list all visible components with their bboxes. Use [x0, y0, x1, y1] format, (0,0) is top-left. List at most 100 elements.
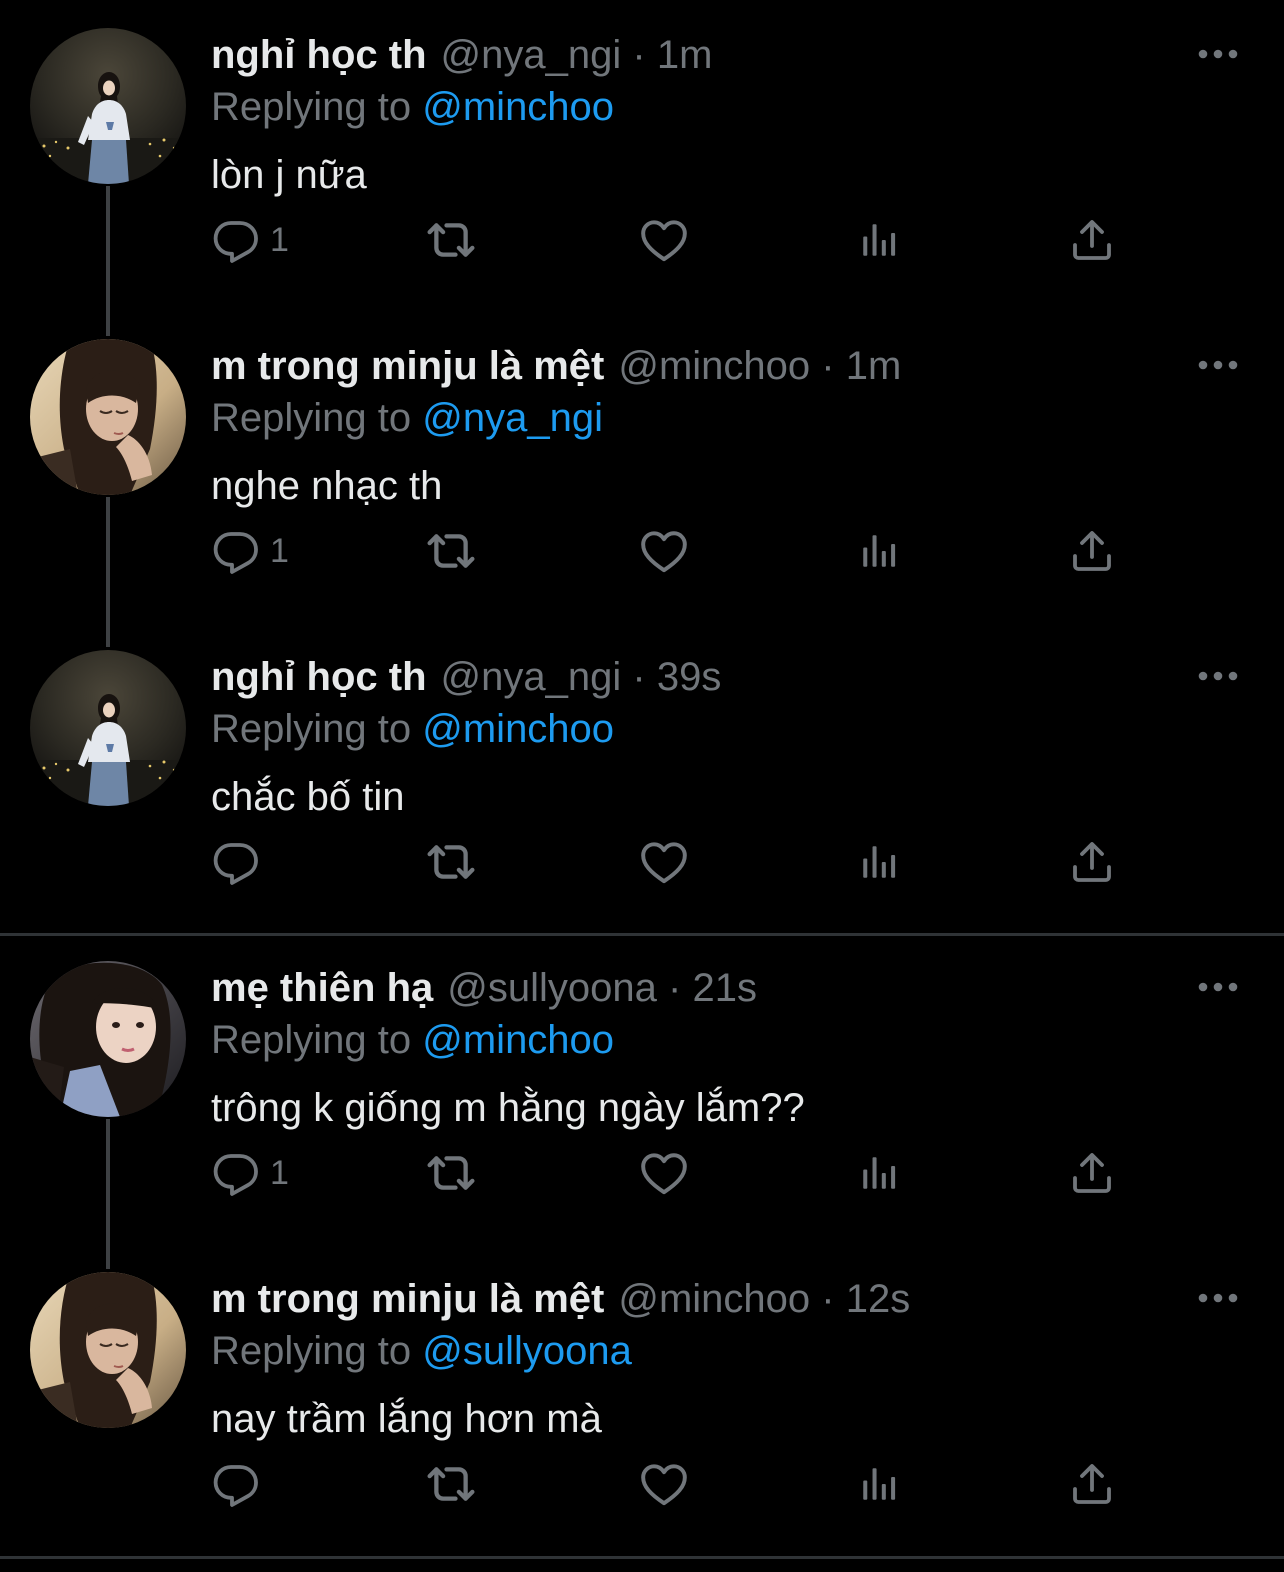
replying-label: Replying to — [211, 396, 412, 440]
reply-button[interactable]: 1 — [212, 1143, 289, 1203]
like-button[interactable] — [639, 1143, 689, 1203]
more-icon[interactable] — [1196, 975, 1240, 999]
retweet-icon — [424, 524, 478, 578]
tweet-header: m trong minju là mệt @minchoo · 12s — [211, 1274, 910, 1324]
reply-icon — [212, 1149, 260, 1197]
avatar[interactable] — [30, 28, 186, 184]
retweet-icon — [424, 835, 478, 889]
more-icon[interactable] — [1196, 664, 1240, 688]
replying-mention[interactable]: @minchoo — [422, 85, 614, 129]
retweet-button[interactable] — [424, 832, 478, 892]
share-icon — [1068, 838, 1116, 886]
avatar[interactable] — [30, 961, 186, 1117]
tweet-header: m trong minju là mệt @minchoo · 1m — [211, 341, 901, 391]
share-icon — [1068, 1149, 1116, 1197]
replying-mention[interactable]: @sullyoona — [422, 1329, 632, 1373]
separator: · — [632, 33, 646, 77]
analytics-button[interactable] — [858, 521, 900, 581]
timestamp[interactable]: 39s — [657, 655, 722, 699]
like-button[interactable] — [639, 1454, 689, 1514]
separator: · — [668, 966, 682, 1010]
reply-icon — [212, 838, 260, 886]
action-bar — [0, 1454, 1284, 1514]
display-name[interactable]: mẹ thiên hạ — [211, 966, 433, 1010]
share-icon — [1068, 1460, 1116, 1508]
replying-label: Replying to — [211, 1018, 412, 1062]
like-button[interactable] — [639, 521, 689, 581]
display-name[interactable]: m trong minju là mệt — [211, 1277, 604, 1321]
separator: · — [632, 655, 646, 699]
bottom-divider — [0, 1556, 1284, 1559]
handle[interactable]: @nya_ngi — [441, 655, 622, 699]
reply-button[interactable]: 1 — [212, 521, 289, 581]
reply-icon — [212, 527, 260, 575]
avatar[interactable] — [30, 650, 186, 806]
replying-to: Replying to @nya_ngi — [211, 393, 603, 443]
share-button[interactable] — [1068, 521, 1116, 581]
action-bar: 1 — [0, 1143, 1284, 1203]
analytics-button[interactable] — [858, 1143, 900, 1203]
retweet-button[interactable] — [424, 1143, 478, 1203]
tweet[interactable]: m trong minju là mệt @minchoo · 12s Reply… — [0, 1244, 1284, 1555]
analytics-icon — [858, 1151, 900, 1195]
analytics-button[interactable] — [858, 1454, 900, 1514]
retweet-button[interactable] — [424, 210, 478, 270]
display-name[interactable]: m trong minju là mệt — [211, 344, 604, 388]
tweet-header: nghỉ học th @nya_ngi · 1m — [211, 30, 712, 80]
timestamp[interactable]: 1m — [657, 33, 713, 77]
analytics-button[interactable] — [858, 832, 900, 892]
replying-label: Replying to — [211, 707, 412, 751]
more-icon[interactable] — [1196, 353, 1240, 377]
tweet[interactable]: nghỉ học th @nya_ngi · 1m Replying to @mi… — [0, 0, 1284, 336]
replying-mention[interactable]: @minchoo — [422, 1018, 614, 1062]
analytics-icon — [858, 218, 900, 262]
retweet-icon — [424, 1457, 478, 1511]
tweet-text: lòn j nữa — [211, 153, 367, 197]
reply-icon — [212, 216, 260, 264]
like-button[interactable] — [639, 832, 689, 892]
reply-icon — [212, 1460, 260, 1508]
reply-button[interactable]: 1 — [212, 210, 289, 270]
timestamp[interactable]: 21s — [692, 966, 757, 1010]
action-bar — [0, 832, 1284, 892]
handle[interactable]: @sullyoona — [447, 966, 657, 1010]
retweet-icon — [424, 213, 478, 267]
reply-count: 1 — [270, 532, 289, 570]
reply-count: 1 — [270, 221, 289, 259]
tweet[interactable]: mẹ thiên hạ @sullyoona · 21s Replying to … — [0, 933, 1284, 1269]
more-icon[interactable] — [1196, 42, 1240, 66]
reply-button[interactable] — [212, 1454, 270, 1514]
retweet-button[interactable] — [424, 521, 478, 581]
analytics-icon — [858, 840, 900, 884]
tweet-text: nghe nhạc th — [211, 464, 443, 508]
replying-label: Replying to — [211, 1329, 412, 1373]
timestamp[interactable]: 12s — [846, 1277, 911, 1321]
avatar[interactable] — [30, 1272, 186, 1428]
like-button[interactable] — [639, 210, 689, 270]
share-button[interactable] — [1068, 1143, 1116, 1203]
analytics-icon — [858, 529, 900, 573]
replying-mention[interactable]: @minchoo — [422, 707, 614, 751]
share-icon — [1068, 527, 1116, 575]
display-name[interactable]: nghỉ học th — [211, 655, 427, 699]
tweet[interactable]: nghỉ học th @nya_ngi · 39s Replying to @m… — [0, 622, 1284, 933]
tweet-header: nghỉ học th @nya_ngi · 39s — [211, 652, 721, 702]
replying-mention[interactable]: @nya_ngi — [422, 396, 603, 440]
avatar[interactable] — [30, 339, 186, 495]
share-button[interactable] — [1068, 832, 1116, 892]
replying-label: Replying to — [211, 85, 412, 129]
share-button[interactable] — [1068, 1454, 1116, 1514]
handle[interactable]: @minchoo — [618, 1277, 810, 1321]
like-icon — [639, 1459, 689, 1509]
more-icon[interactable] — [1196, 1286, 1240, 1310]
display-name[interactable]: nghỉ học th — [211, 33, 427, 77]
timestamp[interactable]: 1m — [846, 344, 902, 388]
analytics-button[interactable] — [858, 210, 900, 270]
handle[interactable]: @nya_ngi — [441, 33, 622, 77]
like-icon — [639, 215, 689, 265]
tweet[interactable]: m trong minju là mệt @minchoo · 1m Replyi… — [0, 311, 1284, 647]
share-button[interactable] — [1068, 210, 1116, 270]
handle[interactable]: @minchoo — [618, 344, 810, 388]
retweet-button[interactable] — [424, 1454, 478, 1514]
reply-button[interactable] — [212, 832, 270, 892]
